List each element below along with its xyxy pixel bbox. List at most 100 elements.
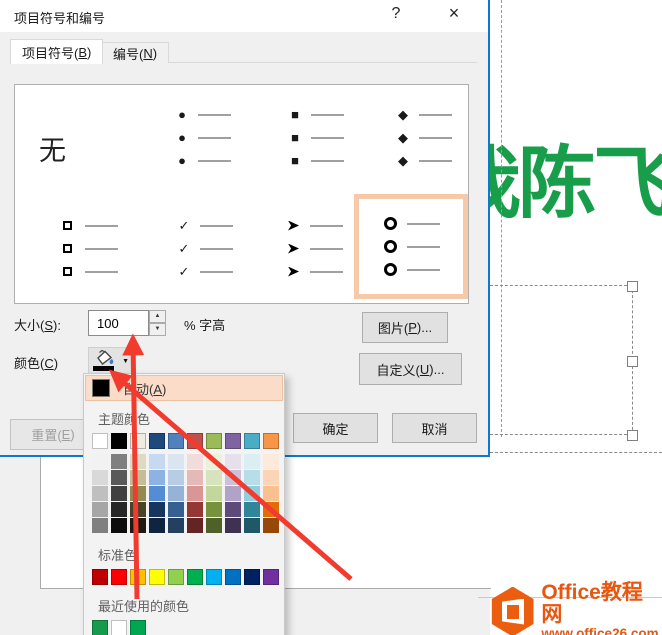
color-swatch[interactable] <box>168 470 184 485</box>
color-swatch[interactable] <box>168 518 184 533</box>
close-icon[interactable]: × <box>443 3 465 24</box>
color-swatch[interactable] <box>111 433 127 449</box>
color-swatch[interactable] <box>168 502 184 517</box>
color-swatch[interactable] <box>187 502 203 517</box>
color-swatch[interactable] <box>149 486 165 501</box>
color-swatch[interactable] <box>111 470 127 485</box>
bullet-option-none[interactable]: 无 <box>39 129 66 168</box>
color-swatch[interactable] <box>92 470 108 485</box>
color-swatch[interactable] <box>187 486 203 501</box>
color-swatch[interactable] <box>168 486 184 501</box>
color-swatch[interactable] <box>130 518 146 533</box>
color-swatch[interactable] <box>263 454 279 469</box>
dialog-titlebar[interactable]: 项目符号和编号 ? × <box>0 0 488 32</box>
ok-button[interactable]: 确定 <box>293 413 378 443</box>
color-swatch[interactable] <box>130 486 146 501</box>
color-swatch[interactable] <box>263 569 279 585</box>
color-swatch[interactable] <box>149 569 165 585</box>
color-swatch[interactable] <box>92 502 108 517</box>
spin-up-icon[interactable]: ▲ <box>149 310 166 323</box>
resize-handle-bottom-right[interactable] <box>627 430 638 441</box>
color-swatch[interactable] <box>206 486 222 501</box>
color-swatch[interactable] <box>168 454 184 469</box>
color-swatch[interactable] <box>111 620 127 635</box>
color-swatch[interactable] <box>130 502 146 517</box>
color-swatch[interactable] <box>168 569 184 585</box>
bullet-option-filled-circle[interactable]: ●●● <box>174 108 231 167</box>
help-icon[interactable]: ? <box>385 5 407 23</box>
screen: 我陈飞 Office教程网 www.office26.com 项目符号和编号 ?… <box>0 0 662 635</box>
automatic-color-item[interactable]: 自动(A) <box>85 375 283 401</box>
picture-button[interactable]: 图片(P)... <box>362 312 448 343</box>
color-swatch[interactable] <box>244 518 260 533</box>
color-swatch[interactable] <box>92 454 108 469</box>
color-swatch[interactable] <box>130 454 146 469</box>
tab-bullets[interactable]: 项目符号(B) <box>10 39 103 64</box>
resize-handle-top-right[interactable] <box>627 281 638 292</box>
color-swatch[interactable] <box>111 569 127 585</box>
tab-numbering[interactable]: 编号(N) <box>101 42 169 63</box>
color-swatch[interactable] <box>187 518 203 533</box>
color-swatch[interactable] <box>206 454 222 469</box>
color-swatch[interactable] <box>187 569 203 585</box>
color-swatch[interactable] <box>263 470 279 485</box>
color-swatch[interactable] <box>225 470 241 485</box>
color-swatch[interactable] <box>244 470 260 485</box>
color-swatch[interactable] <box>225 502 241 517</box>
color-swatch[interactable] <box>225 454 241 469</box>
color-swatch[interactable] <box>187 454 203 469</box>
color-swatch[interactable] <box>225 486 241 501</box>
color-swatch[interactable] <box>187 433 203 449</box>
spin-down-icon[interactable]: ▼ <box>149 323 166 336</box>
color-swatch[interactable] <box>244 486 260 501</box>
color-swatch[interactable] <box>263 433 279 449</box>
color-swatch[interactable] <box>206 502 222 517</box>
bullet-option-selected-frame[interactable] <box>354 194 468 299</box>
color-picker-button[interactable]: ▼ <box>88 347 135 375</box>
bullet-option-hollow-square[interactable] <box>61 219 118 278</box>
color-swatch[interactable] <box>130 620 146 635</box>
color-swatch[interactable] <box>263 518 279 533</box>
bullet-option-hollow-circle[interactable] <box>382 217 440 276</box>
color-swatch[interactable] <box>187 470 203 485</box>
color-swatch[interactable] <box>92 433 108 449</box>
color-swatch[interactable] <box>130 433 146 449</box>
color-swatch[interactable] <box>149 433 165 449</box>
color-swatch[interactable] <box>206 518 222 533</box>
color-swatch[interactable] <box>206 569 222 585</box>
color-swatch[interactable] <box>225 569 241 585</box>
color-swatch[interactable] <box>206 470 222 485</box>
color-swatch[interactable] <box>130 569 146 585</box>
color-swatch[interactable] <box>149 454 165 469</box>
color-swatch[interactable] <box>111 454 127 469</box>
cancel-button[interactable]: 取消 <box>392 413 477 443</box>
bullet-option-check[interactable]: ✓✓✓ <box>176 219 233 278</box>
color-swatch[interactable] <box>244 433 260 449</box>
color-swatch[interactable] <box>111 518 127 533</box>
color-swatch[interactable] <box>263 502 279 517</box>
color-swatch[interactable] <box>225 433 241 449</box>
color-swatch[interactable] <box>111 502 127 517</box>
size-input[interactable] <box>88 310 149 336</box>
bullet-option-filled-diamond[interactable]: ◆◆◆ <box>395 108 452 167</box>
color-swatch[interactable] <box>149 518 165 533</box>
color-swatch[interactable] <box>130 470 146 485</box>
color-swatch[interactable] <box>225 518 241 533</box>
color-swatch[interactable] <box>244 502 260 517</box>
color-swatch[interactable] <box>149 470 165 485</box>
color-swatch[interactable] <box>92 569 108 585</box>
color-swatch[interactable] <box>92 620 108 635</box>
color-swatch[interactable] <box>168 433 184 449</box>
color-swatch[interactable] <box>244 569 260 585</box>
color-swatch[interactable] <box>263 486 279 501</box>
color-swatch[interactable] <box>92 518 108 533</box>
resize-handle-middle-right[interactable] <box>627 356 638 367</box>
color-swatch[interactable] <box>92 486 108 501</box>
customize-button[interactable]: 自定义(U)... <box>359 353 462 385</box>
bullet-option-arrow[interactable] <box>286 219 343 278</box>
color-swatch[interactable] <box>149 502 165 517</box>
color-swatch[interactable] <box>244 454 260 469</box>
bullet-option-filled-square[interactable]: ■■■ <box>287 108 344 167</box>
color-swatch[interactable] <box>206 433 222 449</box>
color-swatch[interactable] <box>111 486 127 501</box>
